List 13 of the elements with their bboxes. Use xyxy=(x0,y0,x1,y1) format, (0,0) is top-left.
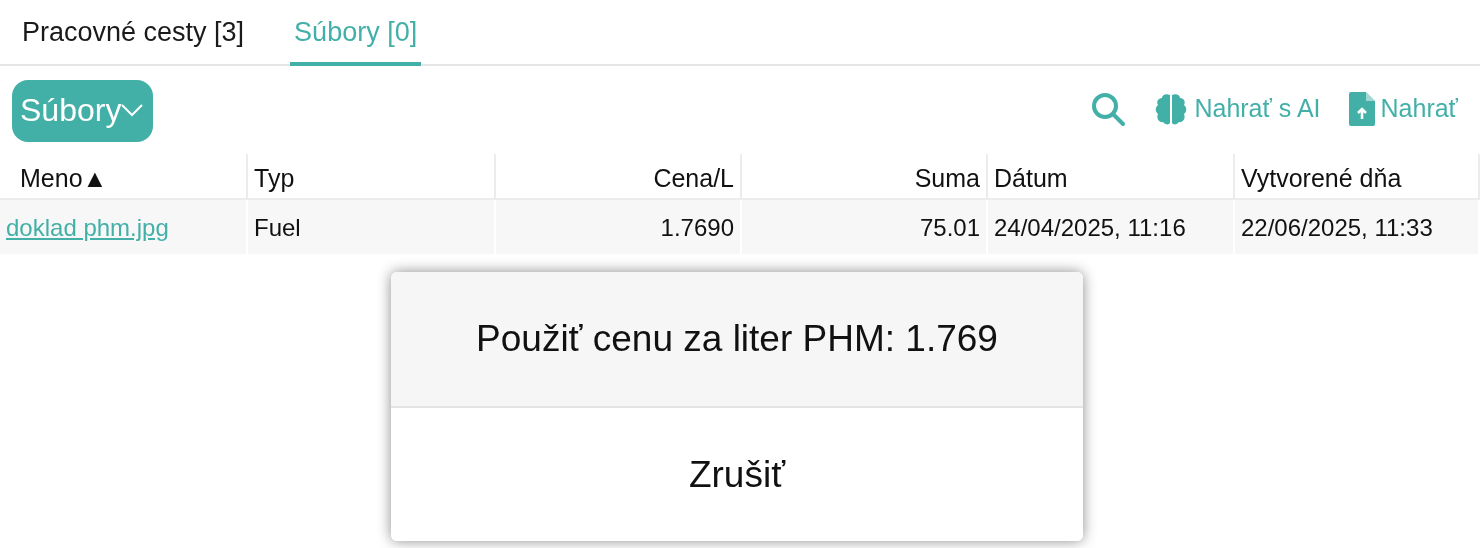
table-cell: Fuel xyxy=(248,200,496,254)
table-cell: 75.01 xyxy=(742,200,988,254)
file-upload-icon xyxy=(1348,91,1375,126)
search-button[interactable] xyxy=(1090,90,1127,127)
table-cell: 24/04/2025, 11:16 xyxy=(988,200,1235,254)
popup-option[interactable]: Zrušiť xyxy=(391,405,1083,541)
table-cell: 22/06/2025, 11:33 xyxy=(1235,200,1480,254)
search-icon xyxy=(1090,90,1127,127)
brain-icon xyxy=(1154,91,1189,126)
popup-option[interactable]: Použiť cenu za liter PHM: 1.769 xyxy=(391,272,1083,406)
chevron-down-icon xyxy=(121,103,144,117)
tab[interactable]: Pracovné cesty [3] xyxy=(18,0,249,66)
table-cell: 1.7690 xyxy=(496,200,742,254)
